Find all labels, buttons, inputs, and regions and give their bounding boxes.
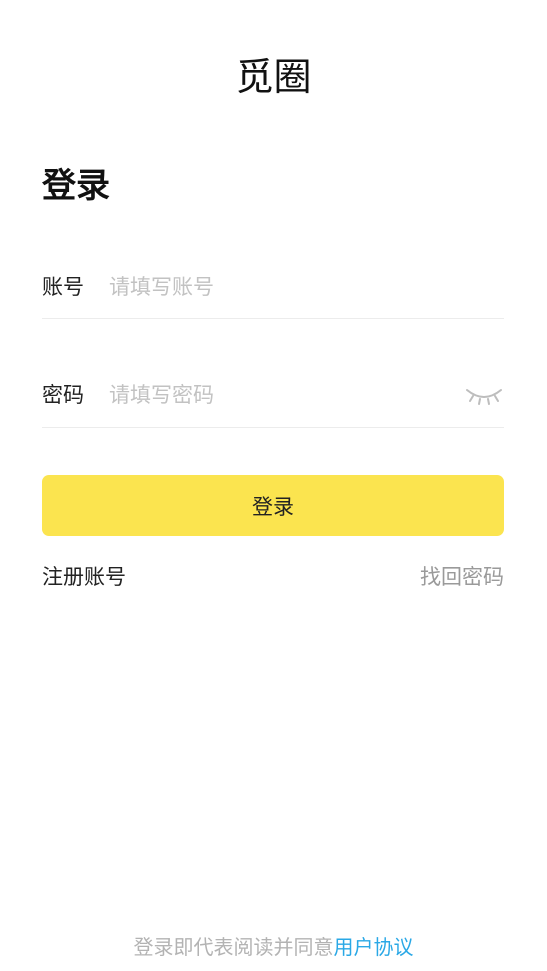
account-label: 账号 bbox=[42, 275, 84, 299]
app-title: 觅圈 bbox=[235, 55, 312, 99]
password-input[interactable] bbox=[109, 378, 449, 412]
login-button[interactable]: 登录 bbox=[42, 475, 504, 536]
login-heading: 登录 bbox=[42, 166, 110, 206]
password-label: 密码 bbox=[42, 383, 84, 407]
account-field-row: 账号 bbox=[42, 264, 504, 319]
forgot-password-link[interactable]: 找回密码 bbox=[420, 562, 504, 592]
agreement-text: 登录即代表阅读并同意 bbox=[133, 935, 334, 959]
register-account-link[interactable]: 注册账号 bbox=[42, 562, 126, 592]
eye-closed-icon[interactable] bbox=[464, 382, 504, 408]
password-field-row: 密码 bbox=[42, 372, 504, 428]
account-input[interactable] bbox=[109, 270, 449, 304]
user-agreement-link[interactable]: 用户协议 bbox=[334, 935, 414, 959]
agreement-notice: 登录即代表阅读并同意用户协议 bbox=[0, 933, 547, 961]
